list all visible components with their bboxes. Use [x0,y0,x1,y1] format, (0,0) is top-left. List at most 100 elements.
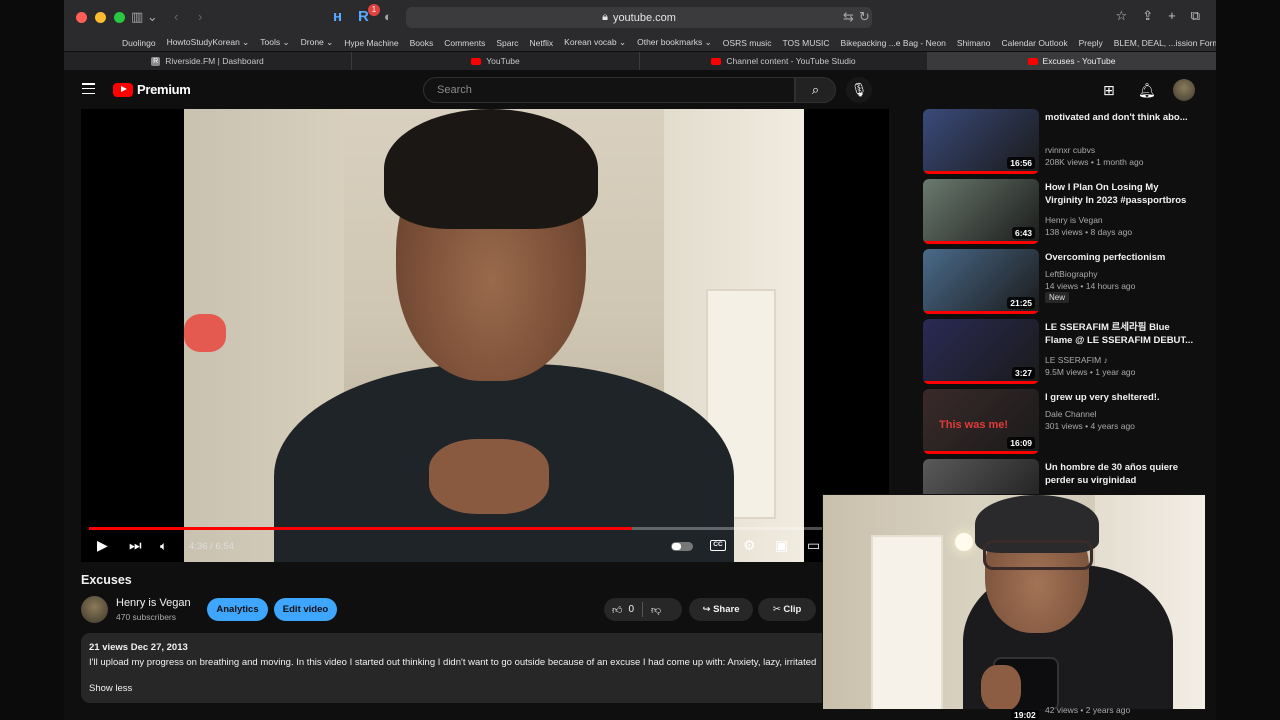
browser-tab[interactable]: Excuses - YouTube [928,52,1216,70]
shield-icon[interactable]: ◐ [384,9,392,25]
captions-icon[interactable]: CC [710,540,726,551]
browser-tab[interactable]: Channel content - YouTube Studio [640,52,928,70]
clip-button[interactable]: ✂ Clip [758,598,816,621]
reload-icon[interactable]: ↻ [859,9,870,25]
bookmark-item[interactable]: Books [410,38,434,48]
recommendation-title[interactable]: How I Plan On Losing My Virginity In 202… [1045,181,1195,207]
browser-titlebar: ▥ ⌄ ‹ › ʜ R 1 ◐ 🔒︎ youtube.com ⇆ ↻ ☆ ⇪ +… [64,0,1216,34]
search-button[interactable]: ⌕ [795,77,836,103]
webcam-ceiling-light [955,533,973,551]
voice-search-button[interactable]: 🎙︎ [846,77,872,103]
bookmark-item[interactable]: Korean vocab ⌄ [564,37,626,48]
recommendation-title[interactable]: LE SSERAFIM 르세라핌 Blue Flame @ LE SSERAFI… [1045,321,1195,347]
analytics-button[interactable]: Analytics [207,598,268,621]
progress-bar[interactable] [89,527,881,530]
recommendation-channel[interactable]: Dale Channel [1045,409,1097,419]
korean-extension-icon[interactable]: ʜ [333,8,351,26]
back-icon[interactable]: ‹ [174,9,178,25]
bookmark-item[interactable]: Sparc [496,38,518,48]
tab-strip: R Riverside.FM | Dashboard YouTube Channel … [64,52,1216,70]
miniplayer-icon[interactable]: ▣ [775,537,788,554]
browser-tab[interactable]: YouTube [352,52,640,70]
theater-icon[interactable]: ▭ [807,537,820,554]
recommendation-item[interactable]: 6:43 How I Plan On Losing My Virginity In… [923,179,1203,245]
bookmark-item[interactable]: BLEM, DEAL, ...ission Form [1114,38,1216,48]
star-icon[interactable]: ☆ [1116,8,1128,24]
duration-badge: 21:25 [1007,297,1035,309]
recommendation-title[interactable]: Un hombre de 30 años quiere perder su vi… [1045,461,1195,487]
channel-name[interactable]: Henry is Vegan [116,597,191,609]
recommendation-channel[interactable]: rvinnxr cubvs [1045,145,1095,155]
youtube-logo[interactable]: Premium [113,82,191,97]
dislike-icon[interactable]: 👎︎ [651,604,661,616]
recommendation-thumbnail[interactable]: 3:27 [923,319,1039,384]
watched-bar [923,171,1039,174]
bookmarks-bar: Duolingo HowtoStudyKorean ⌄ Tools ⌄ Drone ⌄… [64,34,1216,51]
webcam-overlay [822,494,1206,710]
youtube-favicon-icon [471,57,482,65]
like-icon[interactable]: 👍︎ [612,604,622,616]
translate-icon[interactable]: ⇆ [843,9,854,25]
bookmark-item[interactable]: Shimano [957,38,991,48]
bookmark-item[interactable]: Hype Machine [344,38,398,48]
next-icon[interactable]: ⏭︎ [129,537,142,554]
bookmark-item[interactable]: Drone ⌄ [301,37,334,48]
description-box[interactable]: 21 views Dec 27, 2013 I'll upload my pro… [81,633,893,703]
bookmark-item[interactable]: Tools ⌄ [260,37,289,48]
recommendation-thumbnail[interactable]: 6:43 [923,179,1039,244]
bookmark-item[interactable]: OSRS music [723,38,772,48]
new-tab-icon[interactable]: + [1168,8,1176,24]
forward-icon[interactable]: › [198,9,202,25]
bookmark-item[interactable]: Duolingo [122,38,156,48]
recommendation-item[interactable]: This was me! 16:09 I grew up very sheltere… [923,389,1203,455]
recommendation-thumbnail[interactable]: 21:25 [923,249,1039,314]
volume-icon[interactable]: 🔈︎ [160,539,167,554]
watched-bar [923,381,1039,384]
create-icon[interactable]: ⊞ [1103,82,1115,99]
share-icon[interactable]: ⇪ [1142,8,1153,24]
menu-icon[interactable] [82,83,95,94]
recommendation-channel[interactable]: LE SSERAFIM ♪ [1045,355,1108,365]
youtube-favicon-icon [1027,57,1038,65]
recommendation-item[interactable]: 21:25 Overcoming perfectionism LeftBiograp… [923,249,1203,315]
edit-video-button[interactable]: Edit video [274,598,337,621]
watched-bar [923,311,1039,314]
show-less-button[interactable]: Show less [89,683,885,694]
player-controls: ▶ ⏭︎ 🔈︎ 4:36 / 6:54 CC ⚙ ▣ ▭ [81,534,889,560]
zoom-window-button[interactable] [114,12,125,23]
recommendation-title[interactable]: Overcoming perfectionism [1045,251,1195,264]
channel-avatar[interactable] [81,596,108,623]
browser-tab[interactable]: R Riverside.FM | Dashboard [64,52,352,70]
autoplay-toggle[interactable] [671,542,693,551]
play-icon[interactable]: ▶ [97,537,108,554]
recommendation-item[interactable]: 16:56 motivated and don't think abo... rvi… [923,109,1203,175]
recommendation-thumbnail[interactable]: 16:56 [923,109,1039,174]
bookmark-item[interactable]: TOS MUSIC [782,38,829,48]
minimize-window-button[interactable] [95,12,106,23]
sidebar-toggle-icon[interactable]: ▥ ⌄ [131,9,158,25]
settings-gear-icon[interactable]: ⚙ [743,537,756,554]
address-bar[interactable]: 🔒︎ youtube.com [406,7,872,28]
bookmark-item[interactable]: Netflix [530,38,554,48]
close-window-button[interactable] [76,12,87,23]
account-avatar[interactable] [1173,79,1195,101]
bookmark-item[interactable]: Bikepacking ...e Bag - Neon [841,38,946,48]
webcam-door [871,535,943,709]
search-input[interactable]: Search [423,77,795,103]
video-player[interactable]: ▶ ⏭︎ 🔈︎ 4:36 / 6:54 CC ⚙ ▣ ▭ [81,109,889,562]
recommendation-channel[interactable]: Henry is Vegan [1045,215,1103,225]
notifications-icon[interactable]: 🔔︎ [1138,82,1156,99]
duration-badge: 16:56 [1007,157,1035,169]
recommendation-thumbnail[interactable]: This was me! 16:09 [923,389,1039,454]
bookmark-item[interactable]: Calendar Outlook [1001,38,1067,48]
bookmark-item[interactable]: Comments [444,38,485,48]
bookmark-item[interactable]: Other bookmarks ⌄ [637,37,712,48]
share-button[interactable]: ↪ Share [689,598,753,621]
bookmark-item[interactable]: Preply [1079,38,1103,48]
bookmark-item[interactable]: HowtoStudyKorean ⌄ [167,37,250,48]
recommendation-channel[interactable]: LeftBiography [1045,269,1097,279]
recommendation-item[interactable]: 3:27 LE SSERAFIM 르세라핌 Blue Flame @ LE SSE… [923,319,1203,385]
tab-overview-icon[interactable]: ⧉ [1191,8,1200,24]
recommendation-title[interactable]: I grew up very sheltered!. [1045,391,1195,404]
recommendation-title[interactable]: motivated and don't think abo... [1045,111,1195,124]
